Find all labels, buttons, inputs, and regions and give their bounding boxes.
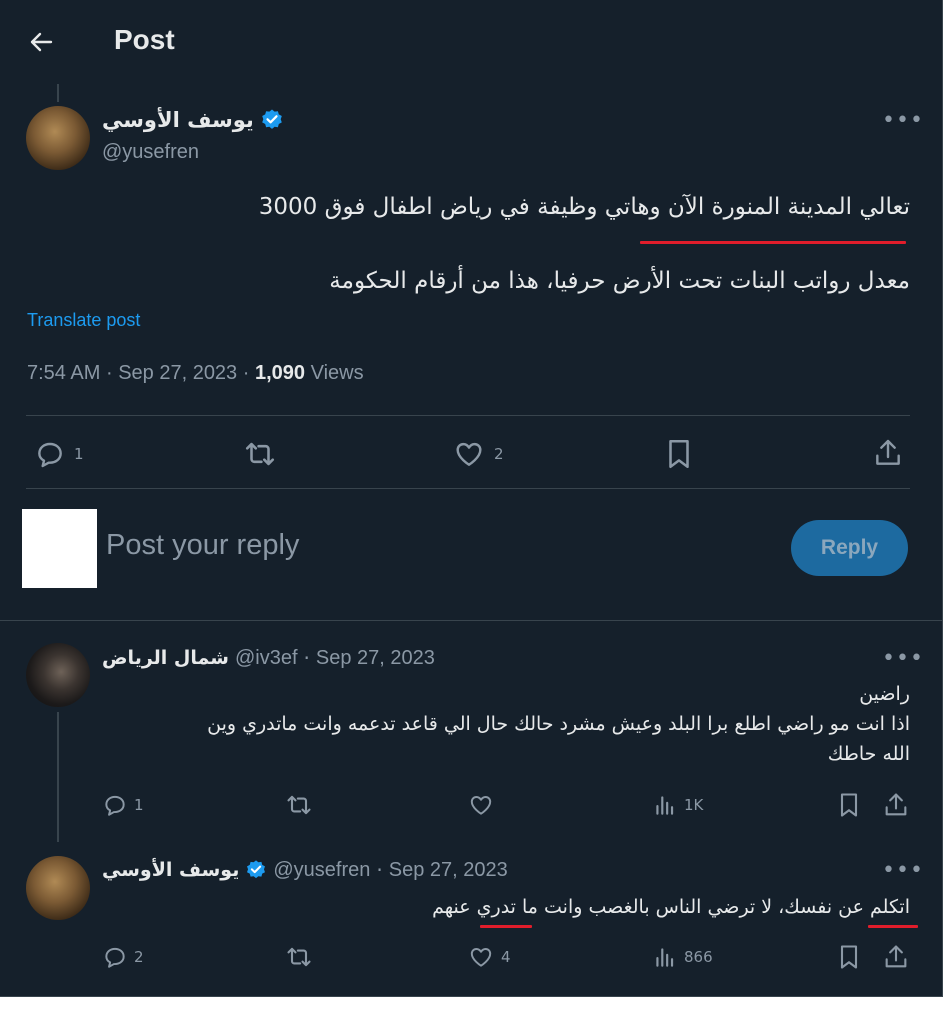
views-count: 1,090 — [254, 362, 306, 384]
repost-icon[interactable] — [242, 437, 278, 471]
reply-header: يوسف الأوسي @yusefren · Sep 27, 2023 — [102, 858, 508, 882]
meta-separator: · — [242, 362, 250, 384]
section-divider — [0, 620, 942, 621]
avatar[interactable] — [26, 106, 90, 170]
meta-separator: · — [105, 362, 113, 384]
reply-button[interactable]: Reply — [791, 520, 908, 576]
highlight-underline — [868, 925, 918, 928]
like-action[interactable]: 2 — [452, 438, 504, 470]
reply-text-line3: الله حاطك — [827, 743, 910, 765]
more-options-icon[interactable]: ••• — [882, 648, 924, 670]
like-count: 2 — [494, 445, 504, 463]
verified-badge-icon — [245, 859, 267, 881]
divider — [26, 415, 910, 416]
author-handle[interactable]: @yusefren — [102, 141, 199, 164]
reply-handle[interactable]: @yusefren — [273, 859, 370, 882]
reply-handle[interactable]: @iv3ef — [235, 647, 298, 670]
meta-separator: · — [303, 646, 310, 670]
views-count: 1K — [684, 796, 704, 814]
reply-icon — [102, 792, 128, 818]
views-action[interactable]: 1K — [652, 792, 703, 818]
bookmark-icon[interactable] — [664, 437, 694, 471]
post-text-line2: معدل رواتب البنات تحت الأرض حرفيا، هذا م… — [329, 268, 910, 294]
views-label: Views — [310, 362, 364, 384]
reply-button-label: Reply — [820, 536, 879, 559]
author-name[interactable]: يوسف الأوسي — [102, 108, 254, 132]
views-count: 866 — [684, 948, 713, 966]
repost-icon[interactable] — [284, 943, 314, 971]
reply-count: 1 — [134, 796, 144, 814]
post-text-line1: تعالي المدينة المنورة الآن وهاتي وظيفة ف… — [258, 194, 910, 220]
reply-icon — [34, 438, 66, 470]
back-arrow-icon[interactable] — [28, 30, 54, 54]
thread-line — [57, 712, 59, 842]
thread-line — [57, 84, 59, 102]
heart-icon — [467, 792, 495, 818]
reply-text-line1: راضين — [859, 683, 910, 705]
reply-date[interactable]: Sep 27, 2023 — [316, 647, 435, 670]
translate-post-link[interactable]: Translate post — [27, 310, 140, 331]
highlight-underline — [480, 925, 532, 928]
reply-icon — [102, 944, 128, 970]
share-icon[interactable] — [882, 791, 910, 819]
reply-avatar[interactable] — [26, 856, 90, 920]
share-icon[interactable] — [882, 943, 910, 971]
analytics-icon — [652, 944, 678, 970]
bookmark-icon[interactable] — [836, 791, 862, 819]
heart-icon — [467, 944, 495, 970]
analytics-icon — [652, 792, 678, 818]
post-meta: 7:54 AM · Sep 27, 2023 · 1,090 Views — [27, 362, 364, 385]
reply-count: 2 — [134, 948, 144, 966]
like-count: 4 — [501, 948, 511, 966]
reply-avatar[interactable] — [26, 643, 90, 707]
reply-text-line2: اذا انت مو راضي اطلع برا البلد وعيش مشرد… — [207, 713, 910, 735]
reply-text-line1: اتكلم عن نفسك، لا ترضي الناس بالغصب وانت… — [432, 896, 910, 918]
reply-header: شمال الرياض @iv3ef · Sep 27, 2023 — [102, 646, 435, 670]
share-icon[interactable] — [872, 436, 904, 470]
post-time[interactable]: 7:54 AM — [27, 362, 100, 384]
reply-date[interactable]: Sep 27, 2023 — [389, 859, 508, 882]
reply-action[interactable]: 1 — [102, 792, 144, 818]
post-date[interactable]: Sep 27, 2023 — [118, 362, 237, 384]
author-name-row[interactable]: يوسف الأوسي — [102, 108, 284, 132]
reply-action[interactable]: 1 — [34, 438, 84, 470]
reply-input[interactable]: Post your reply — [106, 529, 299, 562]
views-action[interactable]: 866 — [652, 944, 713, 970]
reply-action[interactable]: 2 — [102, 944, 144, 970]
post-detail-view: Post يوسف الأوسي @yusefren ••• تعالي الم… — [0, 0, 943, 997]
heart-icon — [452, 438, 486, 470]
like-action[interactable] — [467, 792, 501, 818]
meta-separator: · — [376, 858, 383, 882]
highlight-underline — [640, 241, 906, 244]
more-options-icon[interactable]: ••• — [882, 860, 924, 882]
divider — [26, 488, 910, 489]
reply-count: 1 — [74, 445, 84, 463]
reply-author-name[interactable]: شمال الرياض — [102, 647, 229, 669]
more-options-icon[interactable]: ••• — [882, 110, 924, 132]
repost-icon[interactable] — [284, 791, 314, 819]
like-action[interactable]: 4 — [467, 944, 511, 970]
bookmark-icon[interactable] — [836, 943, 862, 971]
verified-badge-icon — [260, 108, 284, 132]
user-avatar-placeholder — [22, 509, 97, 588]
page-title: Post — [114, 24, 175, 55]
reply-author-name[interactable]: يوسف الأوسي — [102, 859, 239, 881]
